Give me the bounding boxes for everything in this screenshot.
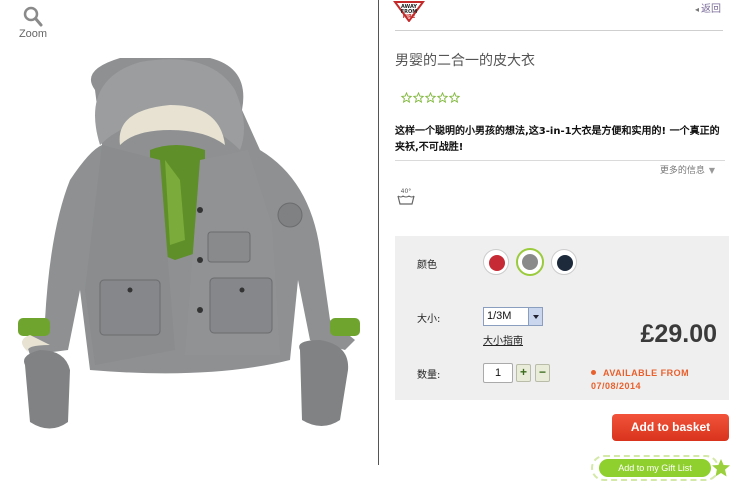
add-to-basket-button[interactable]: Add to basket (612, 414, 729, 441)
quantity-minus-button[interactable]: − (535, 364, 550, 382)
availability-dot-icon (591, 370, 596, 376)
product-title: 男婴的二合一的皮大衣 (395, 53, 535, 69)
product-price: £29.00 (640, 320, 717, 348)
star-rating[interactable] (401, 92, 460, 103)
description-divider (395, 160, 725, 161)
size-value: 1/3M (487, 310, 512, 322)
color-swatch-grey[interactable] (516, 248, 544, 276)
red-swatch-fill (489, 255, 505, 271)
product-details: AWAY FROM FIRE ◂ 返回 男婴的二合一的皮大衣 这样一个聪明的小男孩… (379, 0, 751, 495)
star-icon (413, 92, 424, 103)
zoom-button[interactable]: Zoom (16, 6, 50, 40)
availability-status: AVAILABLE FROM 07/08/2014 (591, 367, 689, 393)
product-image (18, 58, 360, 429)
back-link-label: 返回 (701, 4, 721, 15)
availability-line-1: AVAILABLE FROM (603, 368, 690, 378)
add-to-gift-list-button[interactable]: Add to my Gift List (591, 455, 731, 481)
grey-swatch-fill (522, 254, 538, 270)
star-icon (401, 92, 412, 103)
navy-swatch-fill (557, 255, 573, 271)
size-select[interactable]: 1/3M (483, 307, 543, 326)
quantity-input[interactable]: 1 (483, 363, 513, 383)
product-image-panel: Zoom (0, 0, 378, 495)
chevron-down-icon: ▼ (708, 166, 715, 175)
back-link[interactable]: ◂ 返回 (695, 0, 721, 15)
zoom-label: Zoom (18, 28, 48, 40)
color-label: 颜色 (417, 260, 437, 271)
size-label: 大小: (417, 314, 441, 325)
wash-temp-text: 40° (401, 188, 412, 195)
logo-line-3: FIRE (403, 14, 416, 20)
wash-40-icon: 40° (397, 188, 415, 205)
star-icon (425, 92, 436, 103)
more-info-toggle[interactable]: 更多的信息 ▼ (660, 163, 715, 176)
quantity-label: 数量: (417, 370, 441, 381)
color-swatch-navy[interactable] (551, 249, 577, 275)
more-info-label: 更多的信息 (659, 166, 705, 176)
back-arrow-icon: ◂ (694, 5, 699, 14)
color-swatch-red[interactable] (483, 249, 509, 275)
quantity-plus-button[interactable]: + (516, 364, 531, 382)
top-divider (395, 30, 723, 31)
availability-line-2: 07/08/2014 (591, 381, 642, 391)
star-icon (437, 92, 448, 103)
purchase-options: 颜色 大小: 1/3M 大小指南 £29.00 数量: 1 + − AVAILA… (395, 236, 729, 400)
star-icon (712, 459, 730, 477)
chevron-down-icon (528, 308, 542, 325)
product-description: 这样一个聪明的小男孩的想法,这3-in-1大衣是方便和实用的! 一个真正的夹袄,… (395, 126, 720, 153)
gift-list-label: Add to my Gift List (599, 459, 711, 477)
star-icon (449, 92, 460, 103)
away-from-fire-logo: AWAY FROM FIRE (393, 0, 425, 22)
size-guide-link[interactable]: 大小指南 (483, 332, 523, 347)
magnifier-icon (23, 6, 43, 27)
